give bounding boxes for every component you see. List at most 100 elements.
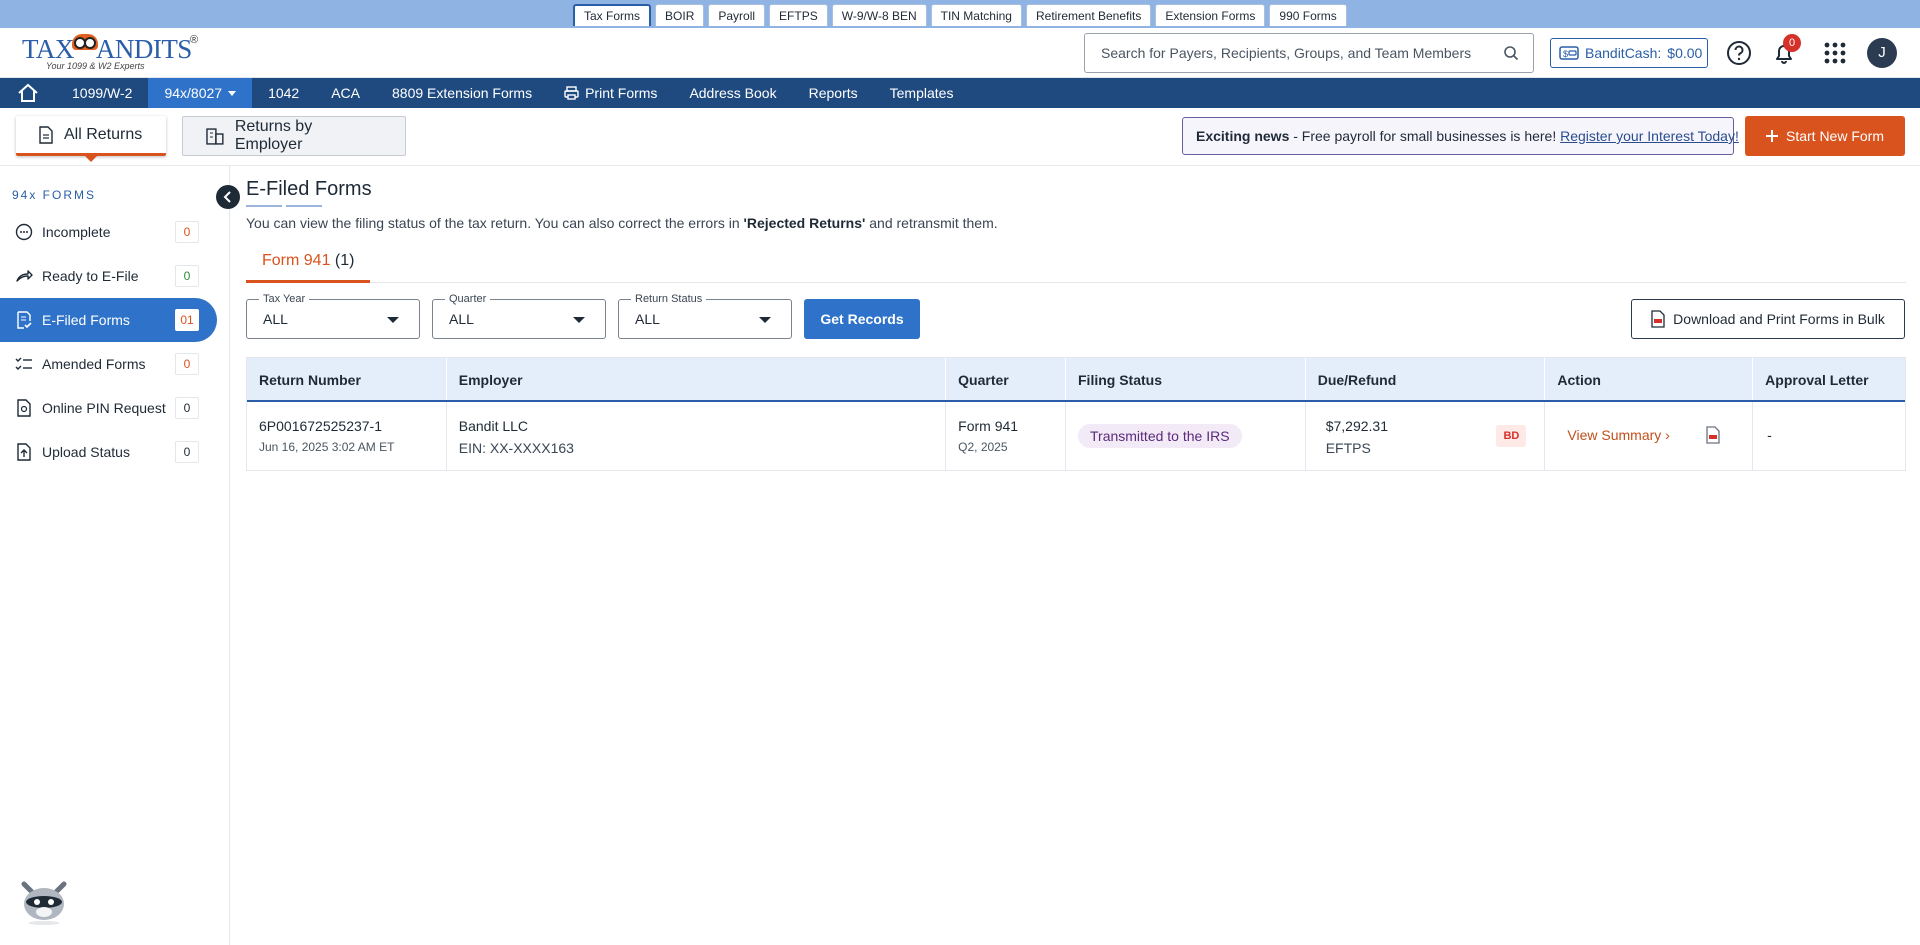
bandit-cash-value: $0.00 <box>1667 45 1703 61</box>
sidebar-count: 0 <box>175 353 199 375</box>
nav-1099-w2[interactable]: 1099/W-2 <box>56 78 148 108</box>
pdf-icon[interactable] <box>1705 426 1721 444</box>
return-status-label: Return Status <box>631 293 707 305</box>
approval-value: - <box>1767 427 1772 443</box>
quarter-label: Quarter <box>445 293 491 305</box>
payment-method: EFTPS <box>1325 440 1371 456</box>
product-tab-990[interactable]: 990 Forms <box>1269 4 1347 26</box>
sidebar: 94x FORMS Incomplete 0 Ready to E-File 0… <box>0 166 230 945</box>
view-summary-link[interactable]: View Summary › <box>1567 427 1669 443</box>
product-tab-payroll[interactable]: Payroll <box>708 4 766 26</box>
tab-all-returns[interactable]: All Returns <box>16 116 166 162</box>
sidebar-item-label: Upload Status <box>42 444 130 460</box>
collapse-sidebar-button[interactable] <box>216 185 240 209</box>
tax-year-select[interactable]: Tax Year ALL <box>246 293 420 339</box>
get-records-button[interactable]: Get Records <box>804 299 920 339</box>
nav-print-label: Print Forms <box>585 85 658 101</box>
caret-down-icon <box>573 317 585 323</box>
col-quarter: Quarter <box>946 358 1066 400</box>
product-tab-eftps[interactable]: EFTPS <box>769 4 828 26</box>
checklist-icon <box>15 357 32 370</box>
logo[interactable]: TAX ANDITS ® Your 1099 & W2 Experts <box>22 34 202 74</box>
sidebar-item-amended-forms[interactable]: Amended Forms 0 <box>0 342 217 386</box>
nav-94x-8027[interactable]: 94x/8027 <box>148 78 253 108</box>
product-tab-tax-forms[interactable]: Tax Forms <box>573 4 652 26</box>
nav-home[interactable] <box>0 78 56 108</box>
view-summary-label: View Summary <box>1567 427 1662 443</box>
amount-value: $7,292.31 <box>1325 418 1388 434</box>
col-return-number: Return Number <box>247 358 447 400</box>
col-employer: Employer <box>447 358 947 400</box>
product-tab-extension[interactable]: Extension Forms <box>1155 4 1266 26</box>
search-box <box>1084 33 1534 73</box>
start-new-form-button[interactable]: Start New Form <box>1745 116 1905 156</box>
logo-reg: ® <box>190 34 199 46</box>
product-tab-tin-matching[interactable]: TIN Matching <box>930 4 1022 26</box>
form-tab-label: Form 941 <box>262 252 331 269</box>
upload-document-icon <box>17 443 31 461</box>
sidebar-item-incomplete[interactable]: Incomplete 0 <box>0 210 217 254</box>
desc-part-2: and retransmit them. <box>865 215 998 231</box>
main-nav: 1099/W-2 94x/8027 1042 ACA 8809 Extensio… <box>0 78 1920 108</box>
nav-address-book[interactable]: Address Book <box>673 78 792 108</box>
apps-grid-icon[interactable] <box>1822 40 1848 66</box>
main-content: E-Filed Forms You can view the filing st… <box>246 166 1906 471</box>
search-icon[interactable] <box>1503 45 1519 61</box>
col-approval-letter: Approval Letter <box>1765 372 1869 388</box>
mascot-icon[interactable] <box>18 876 70 926</box>
form-tab-count: (1) <box>330 252 355 269</box>
cell-due-refund: $7,292.31 EFTPS BD <box>1306 402 1546 470</box>
building-icon <box>206 128 224 145</box>
tax-year-label: Tax Year <box>259 293 310 305</box>
quarter-value: Q2, 2025 <box>958 440 1008 454</box>
caret-down-icon <box>759 317 771 323</box>
tab-returns-by-employer[interactable]: Returns by Employer <box>182 116 406 156</box>
product-tab-retirement[interactable]: Retirement Benefits <box>1025 4 1152 26</box>
desc-part-1: You can view the filing status of the ta… <box>246 215 744 231</box>
nav-reports[interactable]: Reports <box>793 78 874 108</box>
sidebar-title: 94x FORMS <box>12 188 97 202</box>
employer-name: Bandit LLC <box>458 418 529 434</box>
pin-document-icon <box>17 399 31 417</box>
sidebar-item-ready-to-efile[interactable]: Ready to E-File 0 <box>0 254 217 298</box>
sidebar-count: 0 <box>175 221 199 243</box>
form-name: Form 941 <box>958 418 1019 434</box>
news-banner: Exciting news - Free payroll for small b… <box>1182 117 1739 155</box>
download-bulk-label: Download and Print Forms in Bulk <box>1673 311 1885 327</box>
product-tab-boir[interactable]: BOIR <box>655 4 705 26</box>
return-number: 6P001672525237-1 <box>259 418 383 434</box>
printer-icon <box>564 86 579 100</box>
return-status-select[interactable]: Return Status ALL <box>618 293 792 339</box>
sidebar-count: 0 <box>175 441 199 463</box>
bandit-cash-button[interactable]: $ BanditCash: $0.00 <box>1550 38 1708 68</box>
register-interest-link[interactable]: Register your Interest Today! <box>1560 128 1739 144</box>
col-filing-status: Filing Status <box>1066 358 1306 400</box>
owl-logo-icon <box>71 34 98 50</box>
bandit-cash-label: BanditCash: <box>1585 45 1662 61</box>
product-tab-w9[interactable]: W-9/W-8 BEN <box>831 4 927 26</box>
sidebar-item-upload-status[interactable]: Upload Status 0 <box>0 430 217 474</box>
help-icon[interactable] <box>1726 40 1752 66</box>
sidebar-item-efiled-forms[interactable]: E-Filed Forms 01 <box>0 298 217 342</box>
tab-all-returns-label: All Returns <box>64 125 143 143</box>
nav-8809[interactable]: 8809 Extension Forms <box>376 78 548 108</box>
tab-form-941[interactable]: Form 941 (1) <box>246 247 371 283</box>
nav-aca[interactable]: ACA <box>315 78 376 108</box>
nav-94x-label: 94x/8027 <box>164 85 223 101</box>
user-avatar[interactable]: J <box>1867 38 1897 68</box>
nav-print-forms[interactable]: Print Forms <box>548 78 673 108</box>
search-input[interactable] <box>1085 34 1485 72</box>
cell-employer: Bandit LLC EIN: XX-XXXX163 <box>447 402 947 470</box>
sidebar-item-label: Incomplete <box>42 224 111 240</box>
sidebar-item-online-pin[interactable]: Online PIN Request 0 <box>0 386 217 430</box>
nav-1042[interactable]: 1042 <box>252 78 315 108</box>
quarter-select[interactable]: Quarter ALL <box>432 293 606 339</box>
header: TAXANDITS ® Your 1099 & W2 Experts $ Ban… <box>0 28 1920 78</box>
tab-returns-by-employer-label: Returns by Employer <box>234 118 313 153</box>
news-bold: Exciting news <box>1196 128 1290 144</box>
sidebar-item-label: Online PIN Request <box>42 400 166 416</box>
form-tabs: Form 941 (1) <box>246 247 1906 283</box>
nav-templates[interactable]: Templates <box>874 78 970 108</box>
download-print-bulk-button[interactable]: Download and Print Forms in Bulk <box>1631 299 1905 339</box>
plus-icon <box>1765 130 1778 142</box>
